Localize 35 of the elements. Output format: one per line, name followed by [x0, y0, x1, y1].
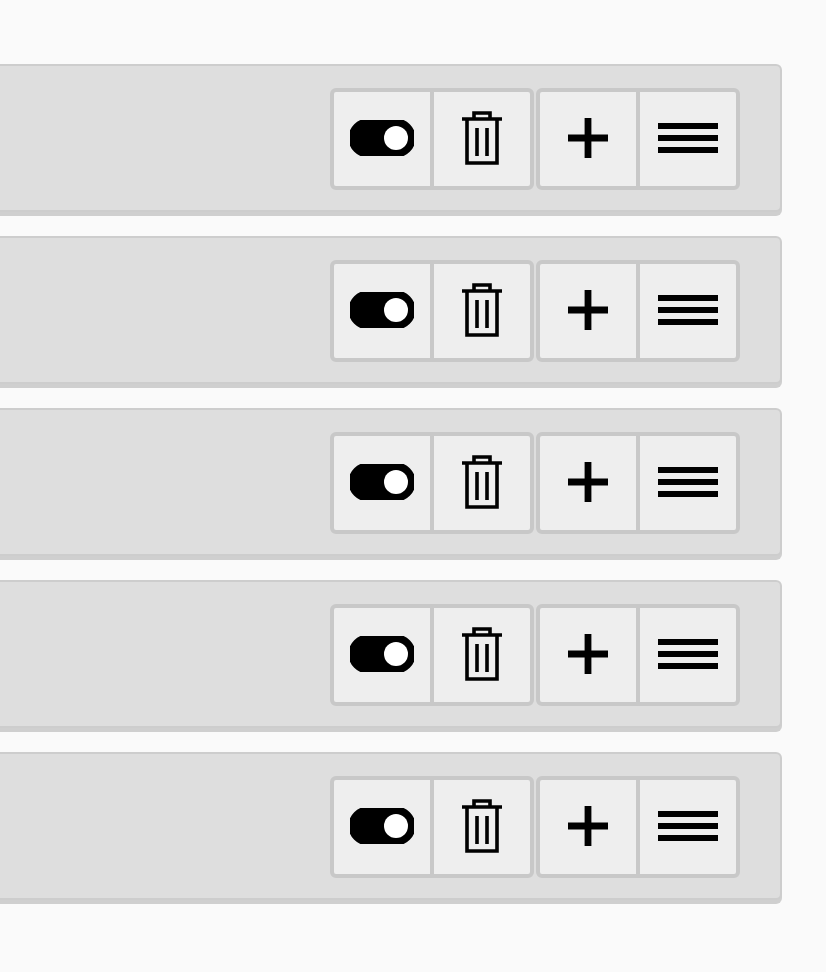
- add-button[interactable]: [536, 259, 638, 361]
- menu-icon: [658, 294, 718, 326]
- menu-button[interactable]: [638, 87, 740, 189]
- menu-button[interactable]: [638, 259, 740, 361]
- delete-button[interactable]: [432, 259, 534, 361]
- delete-button[interactable]: [432, 775, 534, 877]
- toggle-button[interactable]: [330, 775, 432, 877]
- toggle-button[interactable]: [330, 259, 432, 361]
- menu-button[interactable]: [638, 775, 740, 877]
- toggle-button[interactable]: [330, 603, 432, 705]
- menu-icon: [658, 122, 718, 154]
- plus-icon: [568, 462, 608, 502]
- add-button[interactable]: [536, 603, 638, 705]
- menu-button[interactable]: [638, 431, 740, 533]
- delete-button[interactable]: [432, 431, 534, 533]
- trash-icon: [460, 454, 504, 510]
- plus-icon: [568, 806, 608, 846]
- delete-button[interactable]: [432, 87, 534, 189]
- delete-button[interactable]: [432, 603, 534, 705]
- trash-icon: [460, 798, 504, 854]
- trash-icon: [460, 282, 504, 338]
- add-button[interactable]: [536, 431, 638, 533]
- plus-icon: [568, 634, 608, 674]
- plus-icon: [568, 118, 608, 158]
- trash-icon: [460, 626, 504, 682]
- plus-icon: [568, 290, 608, 330]
- add-button[interactable]: [536, 775, 638, 877]
- add-button[interactable]: [536, 87, 638, 189]
- toggle-button[interactable]: [330, 87, 432, 189]
- menu-button[interactable]: [638, 603, 740, 705]
- menu-icon: [658, 638, 718, 670]
- trash-icon: [460, 110, 504, 166]
- menu-icon: [658, 466, 718, 498]
- toggle-button[interactable]: [330, 431, 432, 533]
- menu-icon: [658, 810, 718, 842]
